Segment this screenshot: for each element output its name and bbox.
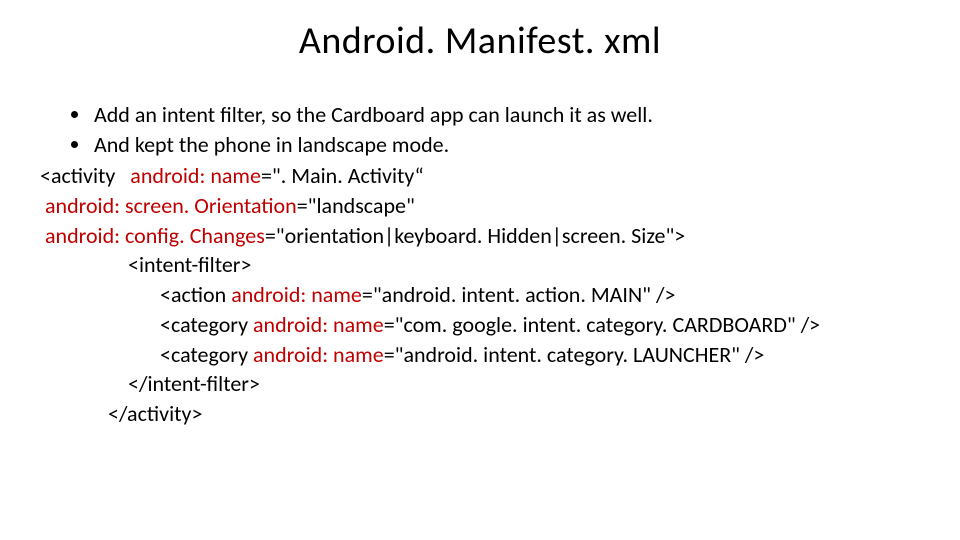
bullet-2: And kept the phone in landscape mode. <box>92 130 920 160</box>
code-line-1: <activity android: name=". Main. Activit… <box>40 161 920 191</box>
code-line-9: </activity> <box>40 399 920 429</box>
code-line-2: android: screen. Orientation="landscape" <box>40 191 920 221</box>
slide-body: Add an intent filter, so the Cardboard a… <box>40 100 920 429</box>
code-line-4: <intent-filter> <box>40 250 920 280</box>
code-line-8: </intent-filter> <box>40 369 920 399</box>
bullet-1: Add an intent filter, so the Cardboard a… <box>92 100 920 130</box>
code-line-5: <action android: name="android. intent. … <box>40 280 920 310</box>
code-line-7: <category android: name="android. intent… <box>40 340 920 370</box>
slide-title: Android. Manifest. xml <box>40 18 920 64</box>
code-line-6: <category android: name="com. google. in… <box>40 310 920 340</box>
code-line-3: android: config. Changes="orientation|ke… <box>40 221 920 251</box>
